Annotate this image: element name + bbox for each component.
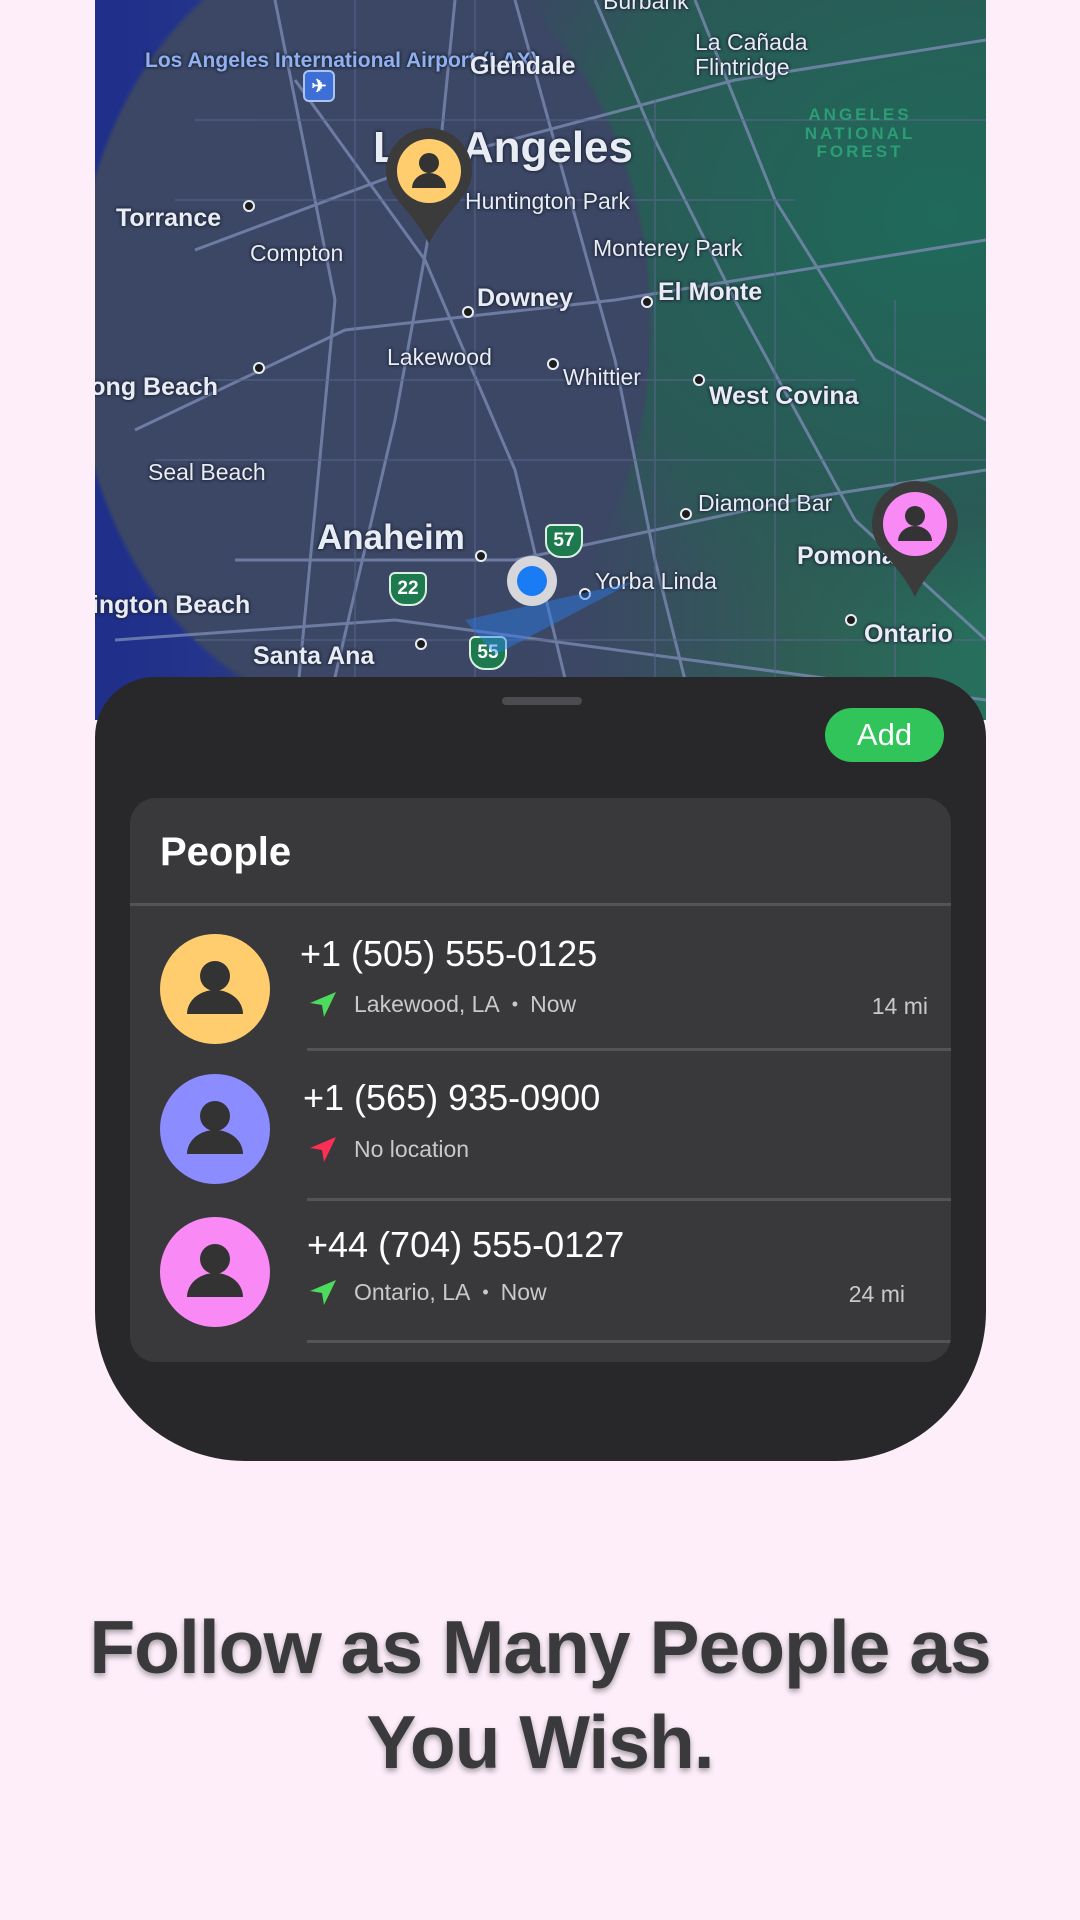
map-label: Glendale (470, 52, 576, 80)
person-icon (187, 1244, 243, 1297)
map-label: El Monte (658, 278, 763, 306)
city-dot (845, 614, 857, 626)
city-dot (547, 358, 559, 370)
map-label: Whittier (563, 364, 641, 390)
person-row[interactable]: +1 (505) 555-0125 Lakewood, LA • Now 14 … (130, 905, 951, 1051)
location-arrow-icon (310, 992, 336, 1017)
person-status: No location (308, 1134, 469, 1164)
city-dot (693, 374, 705, 386)
person-row[interactable]: +44 (704) 555-0127 Ontario, LA • Now 24 … (130, 1200, 951, 1346)
separator: • (511, 993, 519, 1014)
map-label: Huntington Park (465, 188, 630, 214)
headline: Follow as Many People as You Wish. (0, 1600, 1080, 1790)
map-label: Torrance (116, 204, 222, 232)
person-status: Lakewood, LA • Now (308, 989, 576, 1019)
person-location: Ontario, LA (354, 1278, 471, 1305)
map-label: Compton (250, 240, 344, 266)
drag-handle[interactable] (502, 697, 582, 705)
location-arrow-icon (310, 1137, 336, 1162)
city-dot (253, 362, 265, 374)
map-label: Santa Ana (253, 642, 375, 670)
highway-shield: 57 (545, 524, 583, 558)
city-dot (243, 200, 255, 212)
people-title: People (160, 830, 292, 874)
avatar (160, 934, 270, 1044)
bottom-sheet: Add People +1 (505) 555-0125 Lakewood, L… (95, 677, 986, 1461)
person-pin-icon[interactable] (386, 128, 472, 244)
highway-shield: 22 (389, 572, 427, 606)
airport-icon: ✈ (303, 70, 335, 102)
divider (307, 1340, 951, 1343)
city-dot (680, 508, 692, 520)
map-label: Burbank (603, 0, 689, 14)
headline-line-1: Follow as Many People as (89, 1605, 991, 1689)
avatar (160, 1074, 270, 1184)
city-dot (462, 306, 474, 318)
person-row[interactable]: +1 (565) 935-0900 No location (130, 1050, 951, 1196)
map-label: Monterey Park (593, 235, 743, 261)
map-label: Los Angeles International Airport (LAX) (145, 49, 538, 72)
city-dot (641, 296, 653, 308)
map-label: Long Beach (95, 373, 219, 401)
city-dot (415, 638, 427, 650)
map-label: ANGELES NATIONAL FOREST (804, 105, 916, 162)
person-icon (187, 1101, 243, 1154)
avatar (160, 1217, 270, 1327)
map-label: Ontario (864, 620, 953, 648)
person-location: No location (354, 1135, 470, 1162)
person-distance: 24 mi (848, 1281, 905, 1307)
person-distance: 14 mi (871, 993, 928, 1019)
person-phone: +1 (565) 935-0900 (303, 1077, 601, 1118)
separator: • (482, 1281, 489, 1302)
person-pin-icon[interactable] (872, 481, 958, 597)
person-phone: +1 (505) 555-0125 (300, 933, 598, 974)
add-button[interactable]: Add (825, 708, 944, 762)
location-arrow-icon (310, 1280, 336, 1305)
person-icon (187, 961, 243, 1014)
map-label: La Cañada Flintridge (695, 29, 808, 81)
headline-line-2: You Wish. (366, 1700, 714, 1784)
person-phone: +44 (704) 555-0127 (307, 1224, 625, 1265)
map-label: Seal Beach (148, 459, 266, 485)
person-status: Ontario, LA • Now (308, 1277, 547, 1307)
map-label: Huntington Beach (95, 591, 251, 619)
map-label: Diamond Bar (698, 490, 833, 516)
map-label: Anaheim (317, 518, 465, 557)
map-label: West Covina (709, 382, 859, 410)
current-location-icon[interactable] (507, 556, 557, 606)
map-label: Downey (477, 284, 573, 312)
person-time: Now (500, 1278, 547, 1305)
people-card: People +1 (505) 555-0125 Lakewood, LA • … (130, 798, 951, 1362)
person-time: Now (530, 990, 577, 1017)
person-location: Lakewood, LA (354, 990, 500, 1017)
map-view[interactable]: Burbank Los Angeles International Airpor… (95, 0, 986, 720)
map-label: Lakewood (387, 344, 492, 370)
